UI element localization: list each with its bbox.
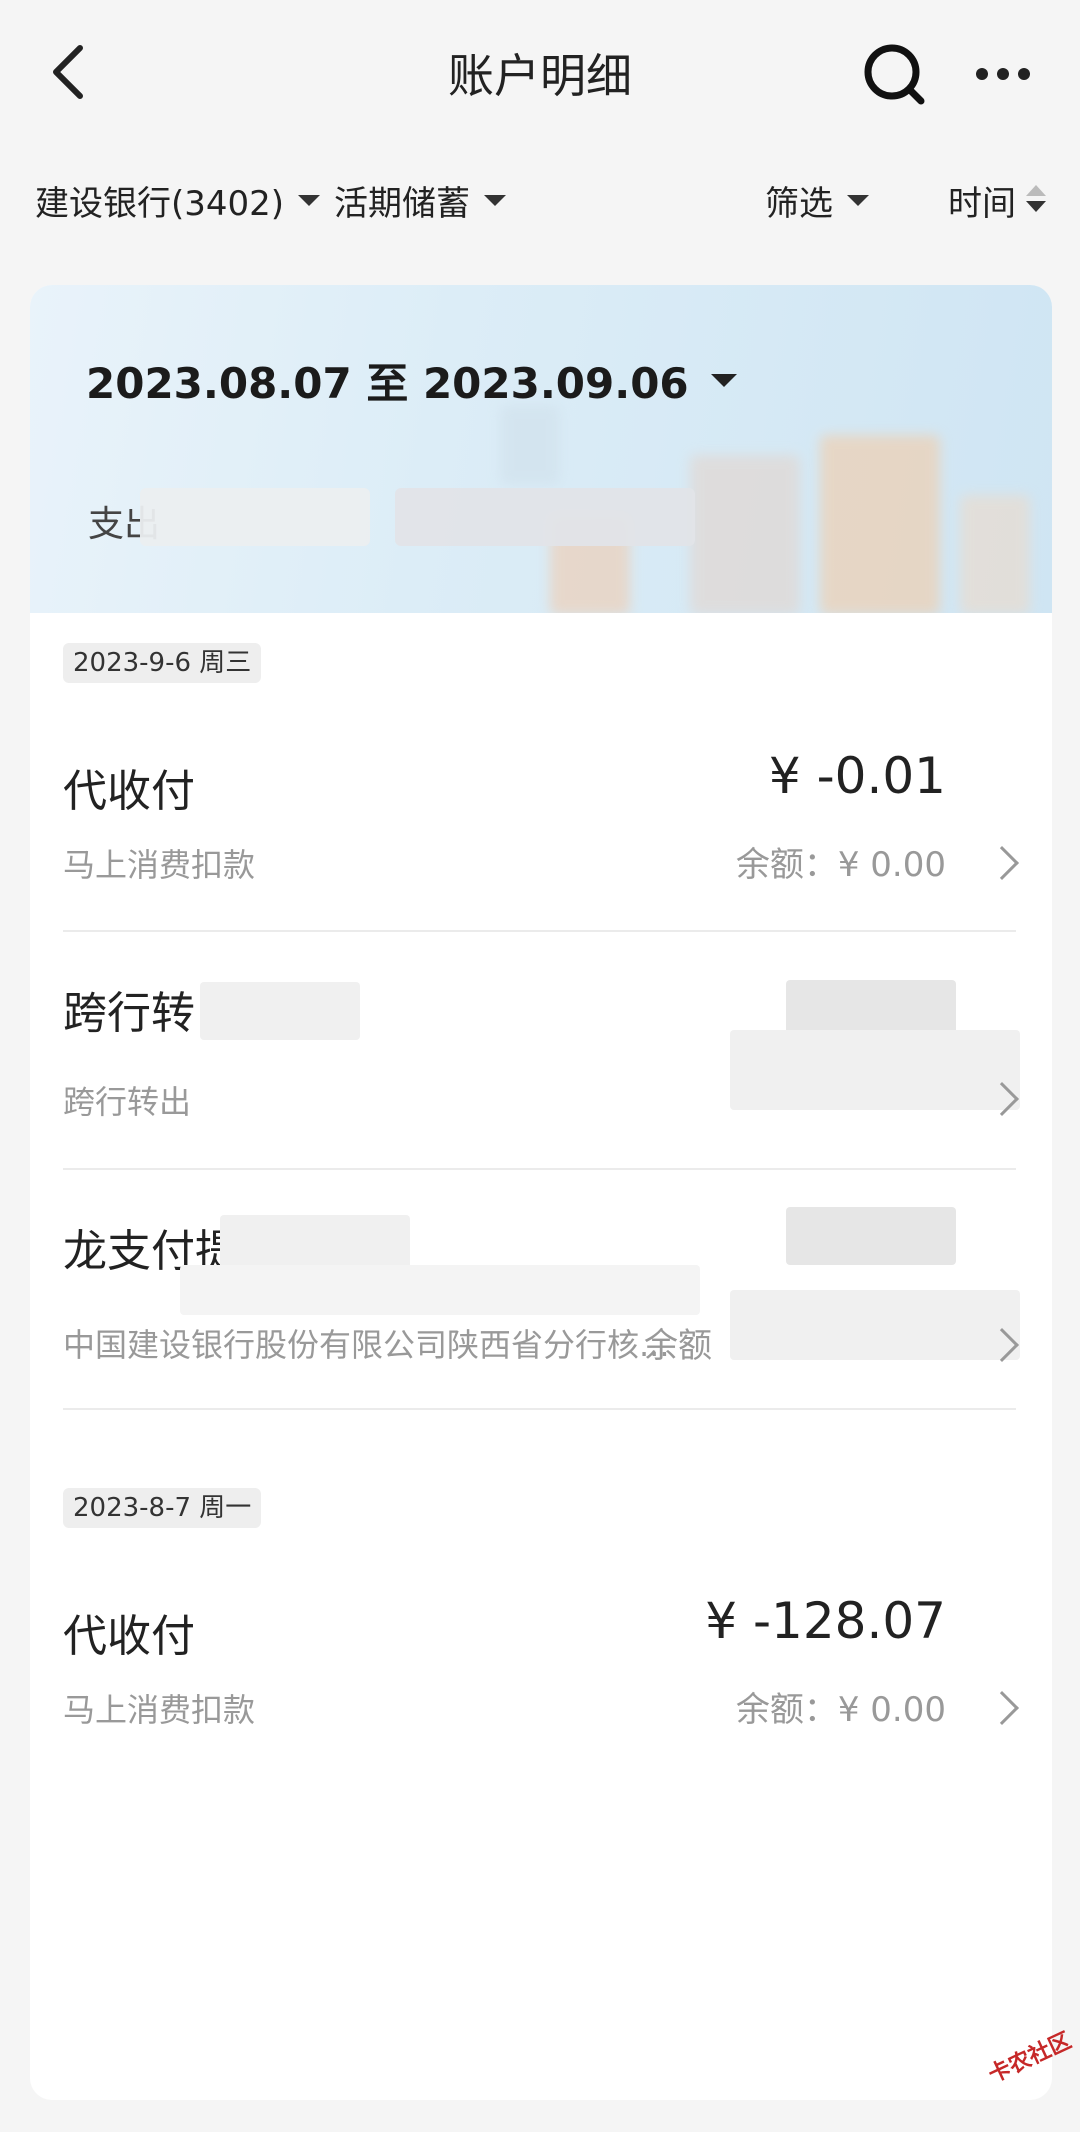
transaction-title: 代收付 xyxy=(63,766,195,817)
transaction-amount: ¥ -128.07 xyxy=(705,1592,946,1650)
date-group-header: 2023-8-7 周一 xyxy=(63,1488,262,1528)
redacted-expense-amount xyxy=(140,488,370,546)
search-icon[interactable] xyxy=(855,35,935,115)
transaction-description: 马上消费扣款 xyxy=(63,846,256,884)
divider xyxy=(63,1408,1016,1410)
top-bar: 账户明细 xyxy=(0,0,1080,140)
account-type-selector[interactable]: 活期储蓄 xyxy=(334,170,506,230)
transaction-title: 代收付 xyxy=(63,1611,195,1662)
transaction-balance: 余额：¥ 0.00 xyxy=(735,1690,946,1730)
transaction-balance: 余额 xyxy=(644,1326,712,1366)
date-range-selector[interactable]: 2023.08.07 至 2023.09.06 xyxy=(86,350,737,411)
filter-bar: 建设银行(3402) 活期储蓄 筛选 时间 xyxy=(0,170,1080,230)
transaction-title: 跨行转 xyxy=(63,988,195,1039)
redacted-balance xyxy=(730,1030,1020,1110)
chevron-right-icon xyxy=(985,846,1019,880)
transaction-description: 中国建设银行股份有限公司陕西省分行核... xyxy=(63,1326,670,1364)
transaction-row[interactable]: 代收付 ¥ -128.07 马上消费扣款 余额：¥ 0.00 xyxy=(30,1550,1052,1775)
caret-down-icon xyxy=(298,194,321,206)
transaction-row[interactable]: 龙支付提 中国建设银行股份有限公司陕西省分行核... 余额 xyxy=(30,1170,1052,1406)
caret-down-icon xyxy=(710,374,737,387)
redacted-text xyxy=(200,982,360,1040)
transaction-description: 马上消费扣款 xyxy=(63,1691,256,1729)
redacted-amount xyxy=(786,1207,956,1265)
sort-icon xyxy=(1026,185,1048,215)
redacted-text xyxy=(180,1265,700,1315)
transactions-card: 2023.08.07 至 2023.09.06 支出 2023-9-6 周三 代… xyxy=(30,285,1052,2100)
redacted-amount xyxy=(786,980,956,1036)
more-dots-icon[interactable] xyxy=(968,40,1038,100)
filter-label: 筛选 xyxy=(765,183,833,224)
caret-down-icon xyxy=(847,194,869,206)
account-selector-label: 建设银行(3402) xyxy=(35,183,285,224)
transaction-balance: 余额：¥ 0.00 xyxy=(735,845,946,885)
transaction-amount: ¥ -0.01 xyxy=(768,747,946,805)
filter-dropdown[interactable]: 筛选 xyxy=(765,170,869,230)
sort-by-time[interactable]: 时间 xyxy=(948,170,1048,230)
redacted-balance xyxy=(730,1290,1020,1360)
chevron-right-icon xyxy=(985,1691,1019,1725)
redacted-income-amount xyxy=(395,488,695,546)
date-range-text: 2023.08.07 至 2023.09.06 xyxy=(86,359,689,408)
account-type-label: 活期储蓄 xyxy=(334,183,470,224)
transaction-description: 跨行转出 xyxy=(63,1083,192,1121)
transaction-row[interactable]: 跨行转 跨行转出 xyxy=(30,932,1052,1168)
date-group-header: 2023-9-6 周三 xyxy=(63,643,262,683)
sort-label: 时间 xyxy=(948,183,1016,224)
transaction-row[interactable]: 代收付 ¥ -0.01 马上消费扣款 余额：¥ 0.00 xyxy=(30,705,1052,930)
account-selector[interactable]: 建设银行(3402) xyxy=(35,170,321,230)
summary-banner: 2023.08.07 至 2023.09.06 支出 xyxy=(30,285,1052,613)
caret-down-icon xyxy=(484,194,506,206)
